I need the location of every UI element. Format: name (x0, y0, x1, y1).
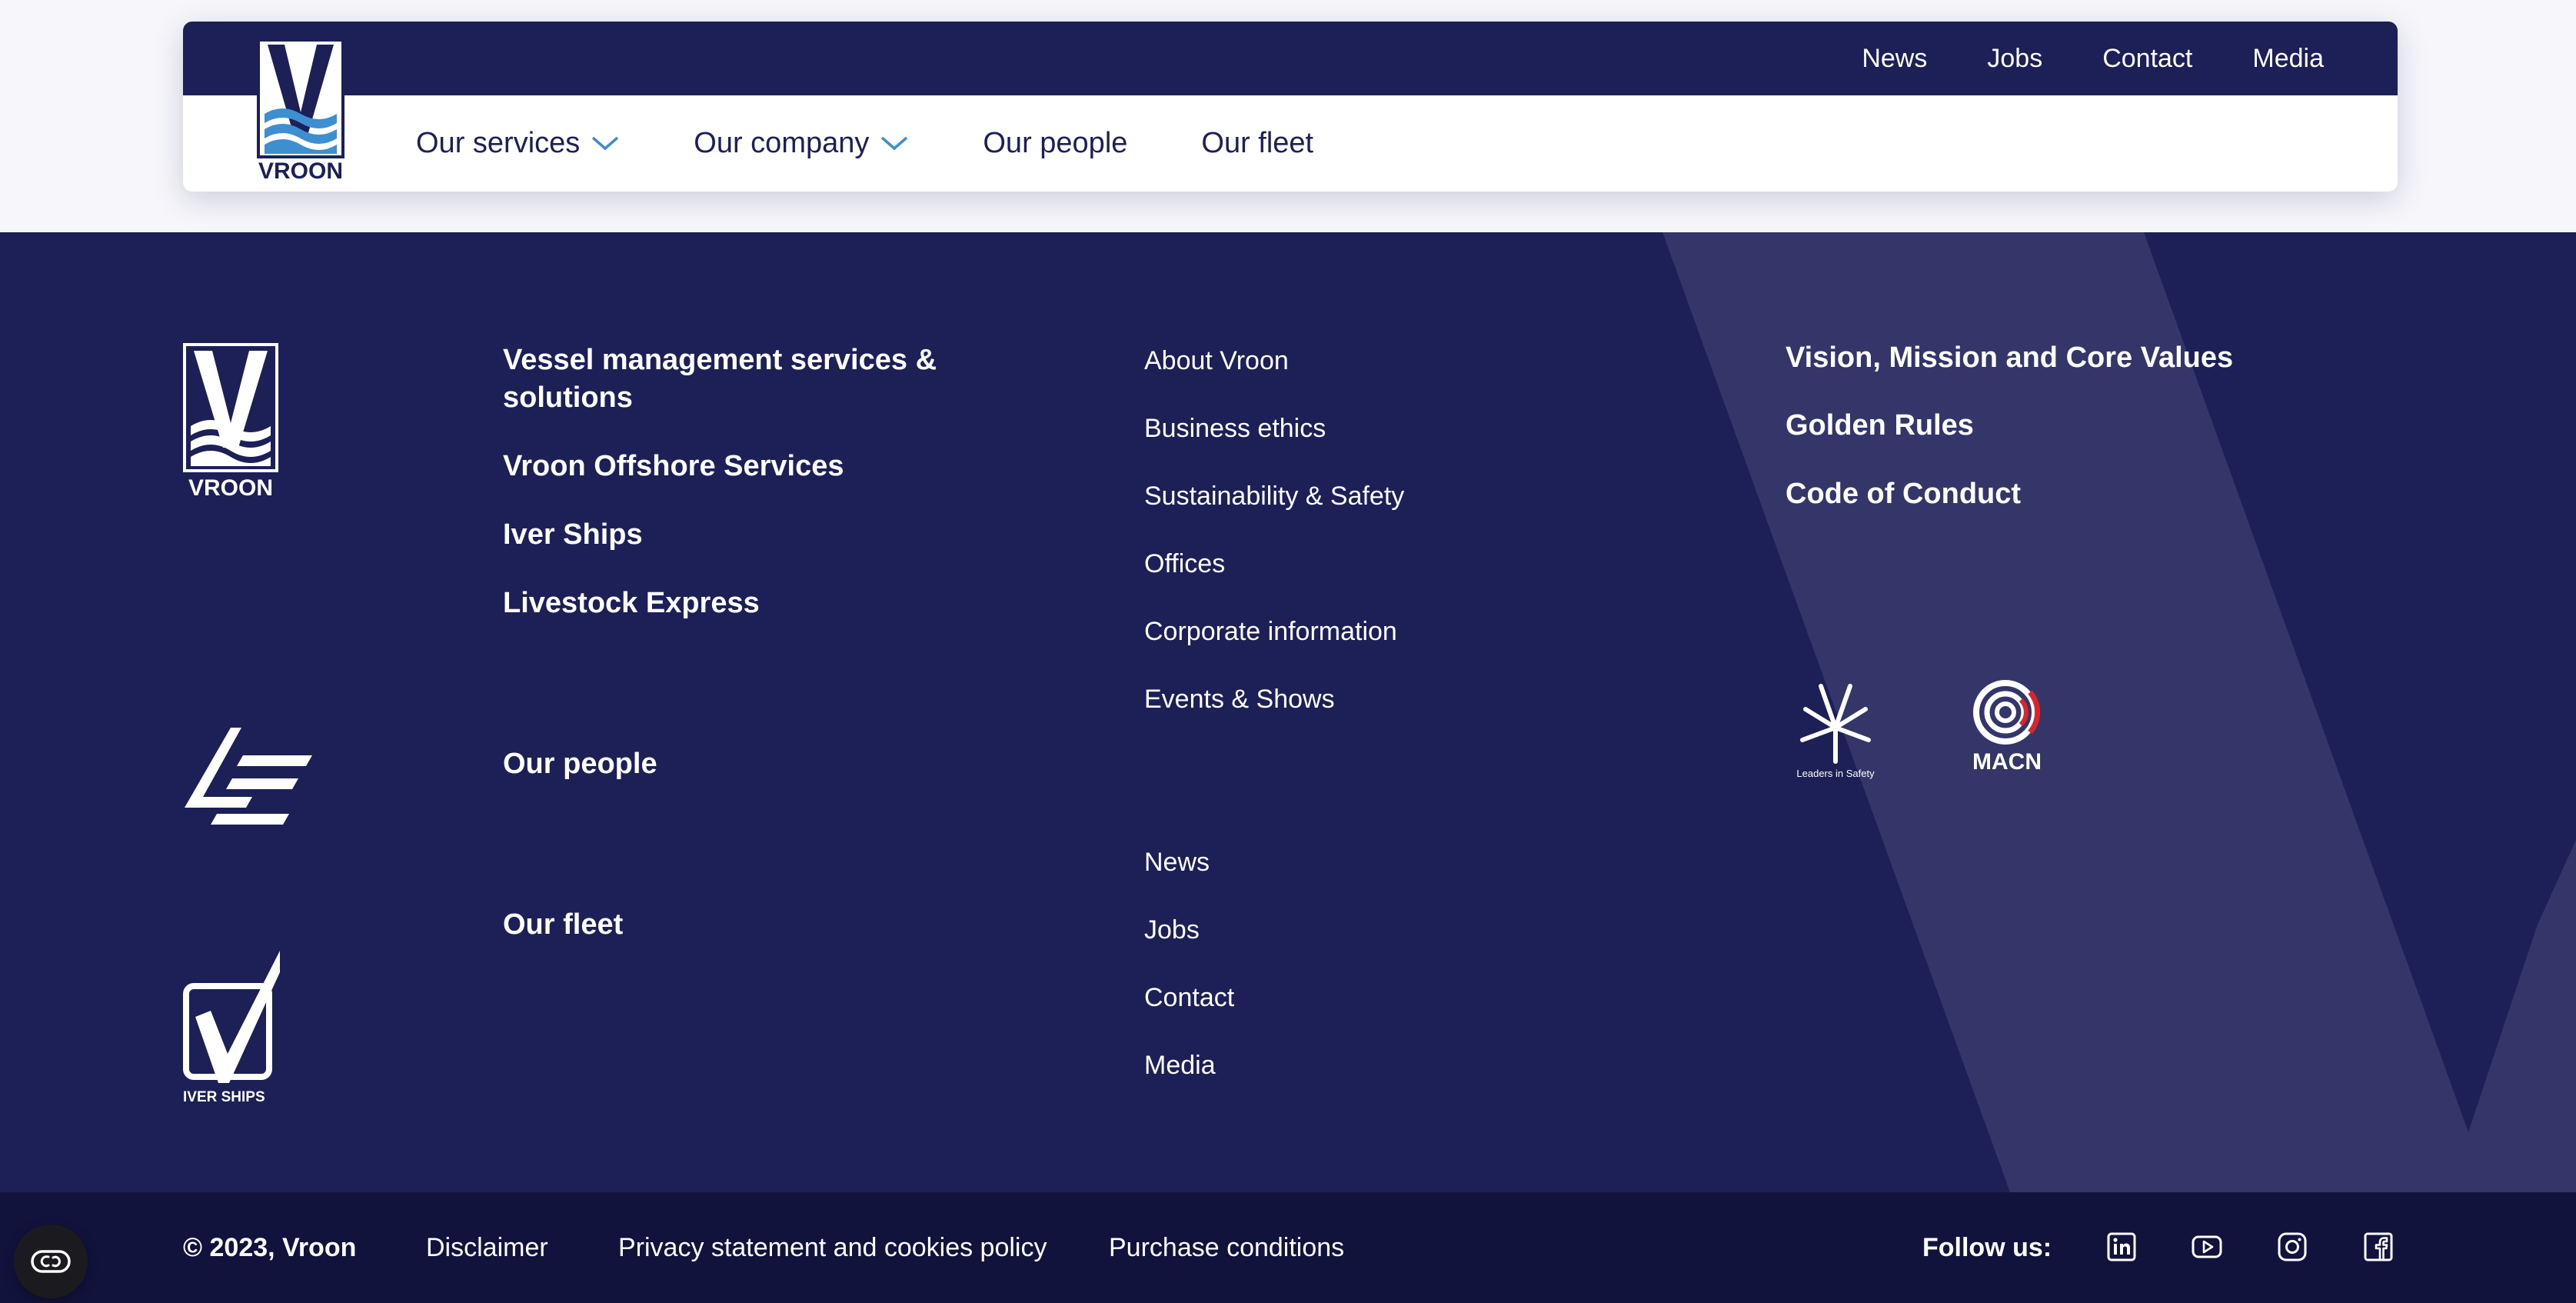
linkedin-icon (2107, 1232, 2136, 1261)
chevron-down-icon (881, 136, 908, 151)
footer-link-vision-mission[interactable]: Vision, Mission and Core Values (1786, 342, 2233, 375)
leaders-in-safety-icon: Leaders in Safety (1796, 684, 1875, 779)
footer-link-code-of-conduct[interactable]: Code of Conduct (1786, 478, 2021, 511)
top-nav: News Jobs Contact Media (1802, 22, 2324, 95)
main-nav-our-fleet[interactable]: Our fleet (1201, 95, 1313, 191)
footer-link-news[interactable]: News (1144, 848, 1210, 878)
footer-link-sustainability-safety[interactable]: Sustainability & Safety (1144, 482, 1404, 512)
top-nav-jobs[interactable]: Jobs (1987, 44, 2042, 74)
footer-bottom-bar: © 2023, Vroon Disclaimer Privacy stateme… (0, 1192, 2576, 1303)
footer-link-golden-rules[interactable]: Golden Rules (1786, 409, 1974, 442)
main-nav-label: Our services (416, 126, 581, 159)
footer-link-offshore-services[interactable]: Vroon Offshore Services (503, 448, 844, 485)
disclaimer-link[interactable]: Disclaimer (426, 1192, 548, 1303)
vroon-logo[interactable]: VROON (257, 38, 344, 184)
svg-text:VROON: VROON (258, 158, 343, 182)
instagram-link[interactable] (2278, 1232, 2307, 1261)
vroon-logo-mark: VROON (183, 343, 278, 501)
footer-link-jobs[interactable]: Jobs (1144, 915, 1200, 945)
main-nav-label: Our company (694, 126, 870, 159)
footer-link-our-people[interactable]: Our people (503, 745, 657, 783)
cookie-consent-button[interactable] (14, 1225, 88, 1298)
header-topbar: News Jobs Contact Media (183, 22, 2398, 95)
facebook-link[interactable] (2364, 1232, 2393, 1261)
top-nav-news[interactable]: News (1862, 44, 1927, 74)
youtube-icon (2192, 1235, 2222, 1258)
footer-link-about-vroon[interactable]: About Vroon (1144, 346, 1289, 376)
footer-link-business-ethics[interactable]: Business ethics (1144, 414, 1326, 444)
follow-us-label: Follow us: (1922, 1233, 2052, 1262)
footer-link-contact[interactable]: Contact (1144, 983, 1234, 1013)
privacy-statement-link[interactable]: Privacy statement and cookies policy (618, 1192, 1047, 1303)
main-nav-our-services[interactable]: Our services (416, 95, 620, 191)
chevron-down-icon (592, 136, 619, 151)
youtube-link[interactable] (2192, 1232, 2222, 1261)
iver-ships-logo[interactable]: IVER SHIPS (183, 951, 283, 1105)
site-header: News Jobs Contact Media VROON Our servic… (183, 22, 2398, 192)
copyright-text: © 2023, Vroon (183, 1233, 357, 1262)
iver-ships-logo-mark: IVER SHIPS (183, 951, 280, 1105)
facebook-icon (2364, 1232, 2393, 1261)
site-footer: VROON IVER SHIPS Vessel management servi… (0, 232, 2576, 1192)
macn-icon: MACN (1972, 680, 2042, 775)
footer-link-iver-ships[interactable]: Iver Ships (503, 516, 643, 554)
footer-link-our-fleet[interactable]: Our fleet (503, 906, 623, 944)
vroon-footer-logo[interactable]: VROON (183, 343, 278, 501)
main-nav-label: Our people (983, 126, 1128, 159)
purchase-conditions-link[interactable]: Purchase conditions (1109, 1192, 1344, 1303)
macn-badge[interactable]: MACN (1967, 678, 2052, 780)
main-nav-our-company[interactable]: Our company (694, 95, 909, 191)
footer-link-offices[interactable]: Offices (1144, 549, 1225, 579)
footer-link-corporate-information[interactable]: Corporate information (1144, 617, 1397, 647)
main-nav: Our services Our company Our people Our … (416, 117, 1387, 192)
footer-link-events-shows[interactable]: Events & Shows (1144, 685, 1335, 715)
vroon-logo-mark: VROON (257, 38, 344, 184)
leaders-in-safety-badge[interactable]: Leaders in Safety (1790, 680, 1881, 781)
svg-text:MACN: MACN (1972, 749, 2042, 775)
footer-link-media[interactable]: Media (1144, 1051, 1216, 1081)
le-logo-mark (185, 728, 312, 825)
livestock-express-logo[interactable] (183, 728, 312, 828)
svg-text:Leaders in Safety: Leaders in Safety (1796, 768, 1875, 779)
top-nav-media[interactable]: Media (2252, 44, 2324, 74)
footer-link-vessel-management[interactable]: Vessel management services & solutions (503, 342, 980, 417)
instagram-icon (2278, 1232, 2307, 1261)
main-nav-our-people[interactable]: Our people (983, 95, 1127, 191)
linkedin-link[interactable] (2107, 1232, 2136, 1261)
top-nav-contact[interactable]: Contact (2102, 44, 2192, 74)
main-nav-label: Our fleet (1201, 126, 1314, 159)
svg-text:IVER SHIPS: IVER SHIPS (183, 1089, 265, 1105)
cookie-consent-icon (31, 1250, 71, 1273)
svg-text:VROON: VROON (188, 475, 273, 498)
footer-link-livestock-express[interactable]: Livestock Express (503, 585, 760, 622)
